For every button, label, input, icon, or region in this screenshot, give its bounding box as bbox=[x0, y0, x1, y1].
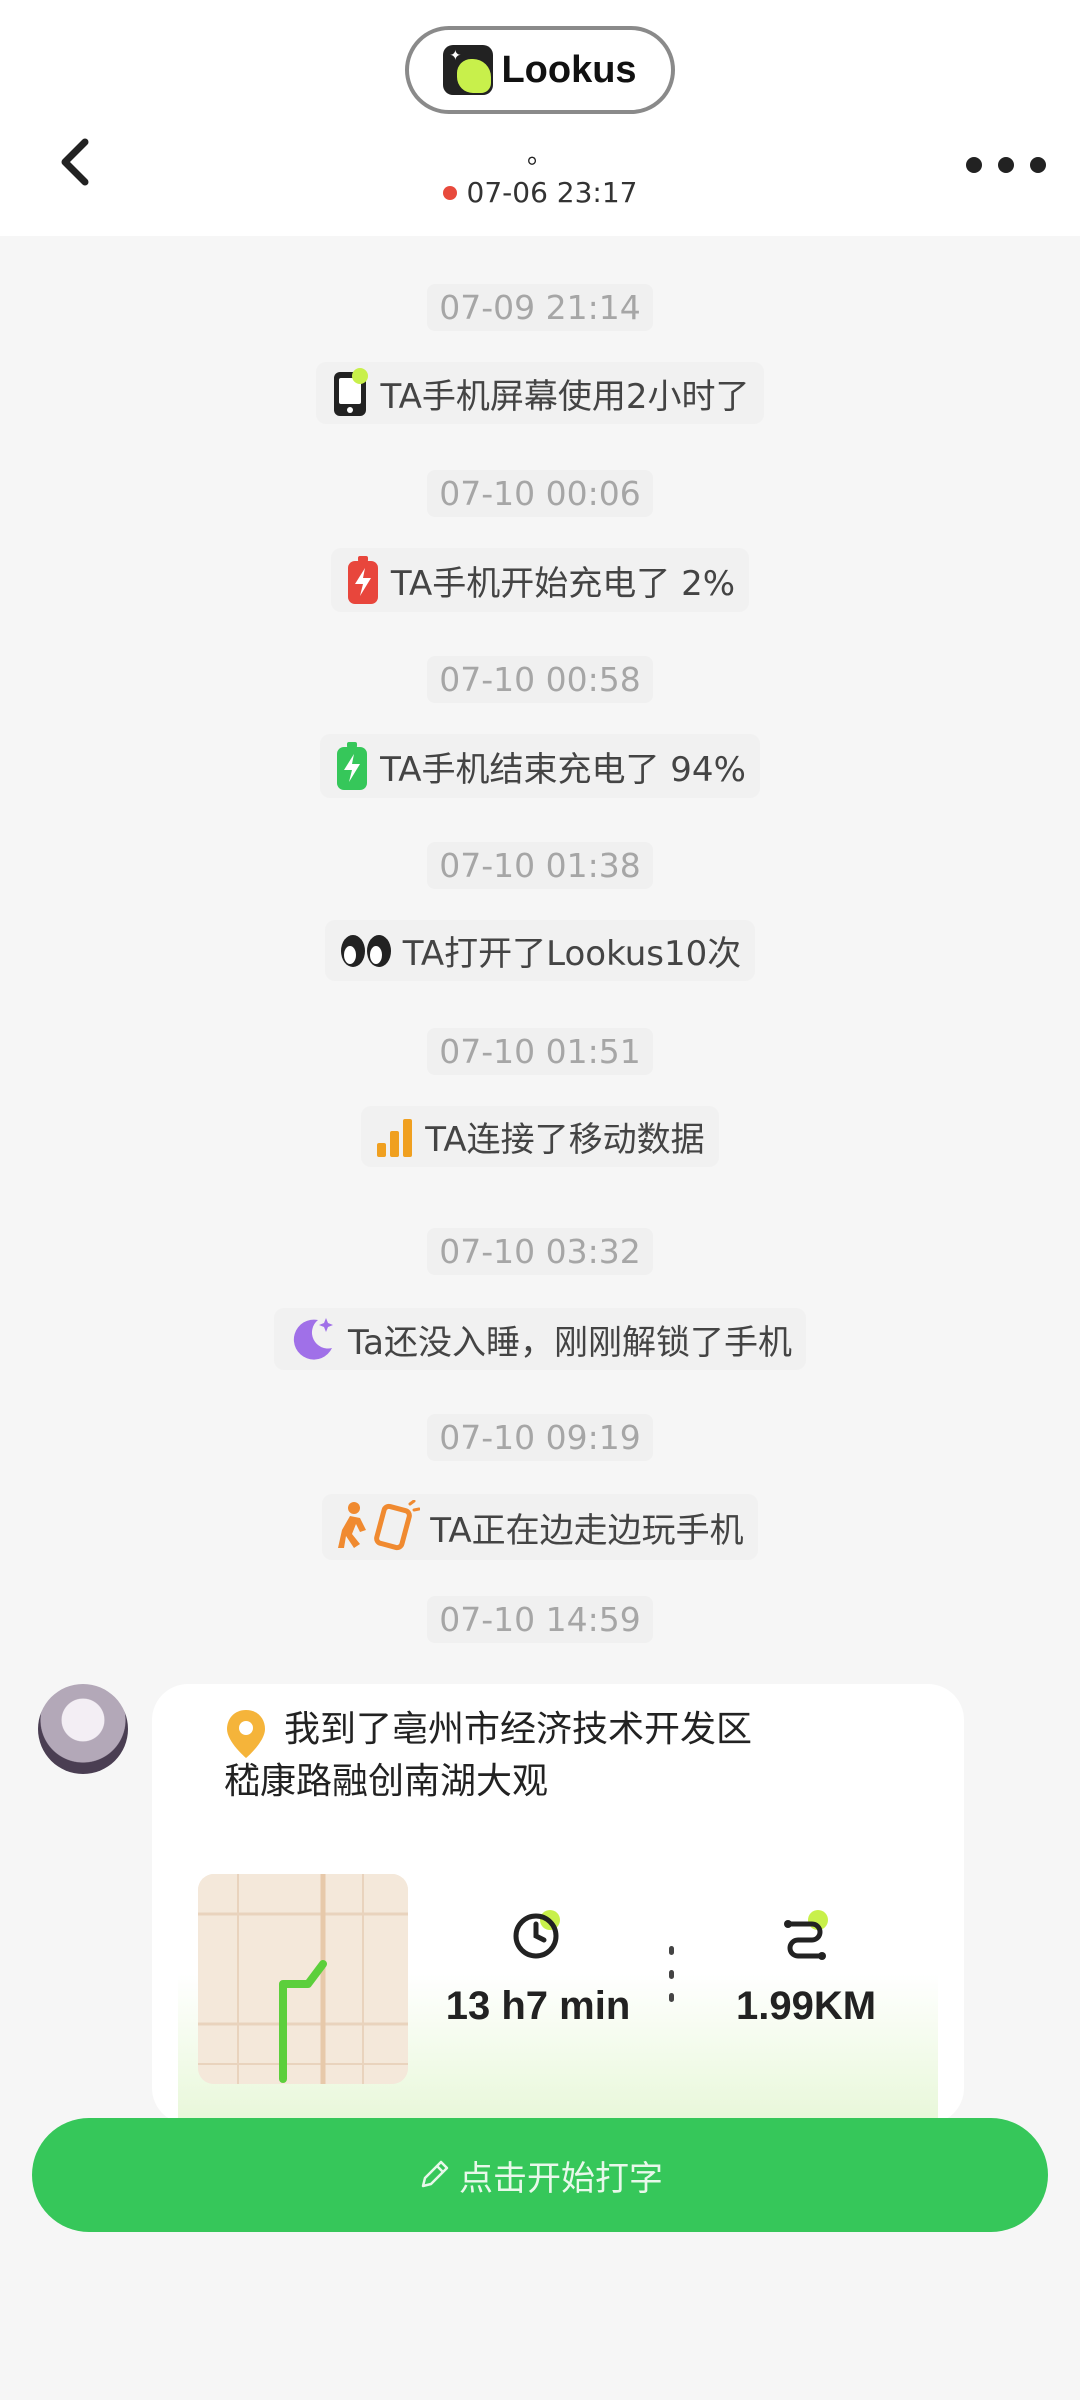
distance-stat: 1.99KM bbox=[696, 1906, 916, 2029]
timestamp: 07-10 09:19 bbox=[0, 1414, 1080, 1461]
route-map-thumbnail[interactable] bbox=[198, 1874, 408, 2084]
activity-notice: TA连接了移动数据 bbox=[0, 1106, 1080, 1167]
activity-text: TA手机开始充电了 2% bbox=[390, 563, 736, 604]
activity-notice: TA手机结束充电了 94% bbox=[0, 734, 1080, 798]
clock-icon bbox=[513, 1910, 560, 1959]
timestamp: 07-10 00:58 bbox=[0, 656, 1080, 703]
timestamp: 07-09 21:14 bbox=[0, 284, 1080, 331]
more-options-button[interactable] bbox=[966, 140, 1046, 190]
activity-text: TA手机屏幕使用2小时了 bbox=[380, 376, 750, 417]
eyes-icon bbox=[340, 934, 391, 967]
input-placeholder: 点击开始打字 bbox=[459, 2158, 663, 2199]
activity-text: TA正在边走边玩手机 bbox=[430, 1510, 744, 1551]
duration-value: 13 h7 min bbox=[445, 1984, 631, 2028]
page-title: 。 bbox=[526, 140, 553, 170]
activity-text: TA手机结束充电了 94% bbox=[380, 749, 746, 790]
last-seen-time: 07-06 23:17 bbox=[466, 176, 638, 209]
stat-divider bbox=[668, 1946, 674, 2002]
activity-text: TA打开了Lookus10次 bbox=[402, 934, 742, 974]
more-dots-icon bbox=[966, 157, 982, 173]
status-dot-icon bbox=[442, 185, 457, 200]
activity-text: TA连接了移动数据 bbox=[425, 1120, 705, 1160]
brand-badge[interactable]: ✦ Lookus bbox=[405, 26, 675, 114]
activity-notice: TA打开了Lookus10次 bbox=[0, 920, 1080, 981]
phone-screen-icon bbox=[334, 368, 369, 416]
activity-notice: TA手机开始充电了 2% bbox=[0, 548, 1080, 612]
location-text: 我到了亳州市经济技术开发区嵇康路融创南湖大观 bbox=[224, 1709, 753, 1802]
location-card[interactable]: 我到了亳州市经济技术开发区嵇康路融创南湖大观 13 h7 min 1.99KM bbox=[152, 1684, 964, 2124]
walking-phone-icon bbox=[338, 1500, 421, 1551]
start-typing-button[interactable]: 点击开始打字 bbox=[32, 2118, 1048, 2232]
avatar[interactable] bbox=[38, 1684, 128, 1774]
timestamp: 07-10 03:32 bbox=[0, 1228, 1080, 1275]
timestamp: 07-10 14:59 bbox=[0, 1596, 1080, 1643]
top-bar: ✦ Lookus 。 07-06 23:17 bbox=[0, 0, 1080, 236]
online-status: 07-06 23:17 bbox=[0, 176, 1080, 209]
battery-charging-green-icon bbox=[337, 742, 368, 790]
timestamp: 07-10 01:51 bbox=[0, 1028, 1080, 1075]
distance-value: 1.99KM bbox=[735, 1984, 877, 2028]
timestamp: 07-10 01:38 bbox=[0, 842, 1080, 889]
pencil-icon bbox=[421, 2160, 449, 2188]
lookus-logo-icon: ✦ bbox=[443, 45, 494, 95]
timestamp: 07-10 00:06 bbox=[0, 470, 1080, 517]
activity-notice: TA手机屏幕使用2小时了 bbox=[0, 362, 1080, 424]
signal-bars-icon bbox=[377, 1118, 413, 1157]
route-icon bbox=[784, 1910, 828, 1960]
activity-notice: Ta还没入睡，刚刚解锁了手机 bbox=[0, 1308, 1080, 1370]
activity-notice: TA正在边走边玩手机 bbox=[0, 1494, 1080, 1560]
activity-text: Ta还没入睡，刚刚解锁了手机 bbox=[348, 1322, 792, 1363]
moon-icon bbox=[293, 1318, 333, 1360]
battery-charging-red-icon bbox=[347, 556, 378, 604]
duration-stat: 13 h7 min bbox=[428, 1906, 648, 2029]
brand-name: Lookus bbox=[501, 48, 637, 91]
